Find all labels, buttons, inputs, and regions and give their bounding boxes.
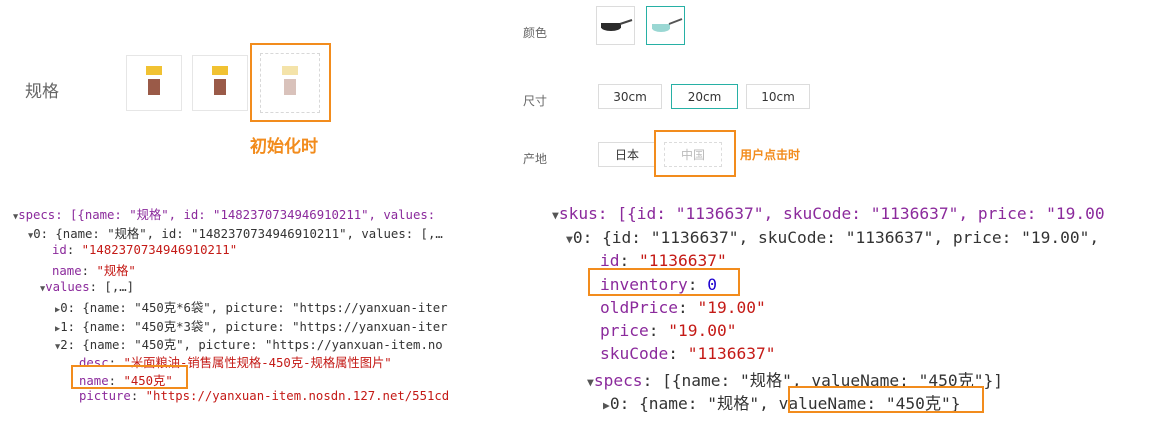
size-option-20cm[interactable]: 20cm <box>671 84 738 109</box>
tree-row: name: "规格" <box>52 264 136 278</box>
click-caption: 用户点击时 <box>740 148 801 162</box>
tree-text: 1: {name: "450克*3袋", picture: "https://y… <box>60 320 448 334</box>
rice-pack-image <box>146 66 162 100</box>
highlight-box <box>788 386 984 413</box>
tree-key: name <box>52 264 82 278</box>
tree-row: skuCode: "1136637" <box>600 344 776 363</box>
tree-text: 0: {name: "450克*6袋", picture: "https://y… <box>60 301 448 315</box>
spec-label: 规格 <box>25 82 59 102</box>
tree-row[interactable]: ▼0: {name: "规格", id: "148237073494691021… <box>28 224 443 242</box>
rice-pack-image <box>212 66 228 100</box>
tree-text: skus: [{id: "1136637", skuCode: "1136637… <box>558 204 1105 223</box>
origin-option-japan[interactable]: 日本 <box>598 142 656 167</box>
pan-icon <box>601 19 633 31</box>
tree-key: id <box>52 243 67 257</box>
pan-icon <box>652 18 683 32</box>
tree-text: 0: {name: "规格", id: "1482370734946910211… <box>33 227 443 241</box>
tree-key: price <box>600 321 649 340</box>
tree-text: 0: {name: "规格", <box>609 394 779 413</box>
tree-row: oldPrice: "19.00" <box>600 298 766 317</box>
tree-row[interactable]: ▼2: {name: "450克", picture: "https://yan… <box>55 335 443 353</box>
highlight-box <box>71 365 188 389</box>
tree-value: "1136637" <box>687 344 776 363</box>
size-option-10cm[interactable]: 10cm <box>746 84 810 109</box>
tree-row[interactable]: ▼specs: [{name: "规格", id: "1482370734946… <box>13 205 443 223</box>
init-caption: 初始化时 <box>250 137 318 157</box>
origin-label: 产地 <box>523 152 548 166</box>
tree-row[interactable]: ▼values: [,…] <box>40 280 134 294</box>
tree-value: "19.00" <box>668 321 737 340</box>
size-label: 尺寸 <box>523 94 548 108</box>
tree-row[interactable]: ▼skus: [{id: "1136637", skuCode: "113663… <box>552 204 1105 223</box>
tree-text: 0: {id: "1136637", skuCode: "1136637", p… <box>572 228 1100 247</box>
color-option-mint-pan[interactable] <box>646 6 685 45</box>
tree-text: specs: [{name: "规格", id: "14823707349469… <box>18 208 443 222</box>
tree-key: oldPrice <box>600 298 678 317</box>
color-option-black-pan[interactable] <box>596 6 635 45</box>
tree-row[interactable]: ▶1: {name: "450克*3袋", picture: "https://… <box>55 317 448 335</box>
tree-key: picture <box>79 389 131 403</box>
color-label: 颜色 <box>523 26 548 40</box>
tree-key: skuCode <box>600 344 669 363</box>
spec-thumb-450g-3[interactable] <box>192 55 248 111</box>
tree-text: 2: {name: "450克", picture: "https://yanx… <box>60 338 443 352</box>
tree-key: values <box>45 280 90 294</box>
spec-thumb-450g-disabled[interactable] <box>260 53 320 113</box>
tree-row[interactable]: ▼0: {id: "1136637", skuCode: "1136637", … <box>566 228 1099 247</box>
tree-value: "1482370734946910211" <box>81 243 238 257</box>
tree-value: "https://yanxuan-item.nosdn.127.net/551c… <box>145 389 450 403</box>
rice-pack-image <box>282 66 298 100</box>
size-option-30cm[interactable]: 30cm <box>598 84 662 109</box>
tree-row[interactable]: ▶0: {name: "450克*6袋", picture: "https://… <box>55 298 448 316</box>
tree-row: price: "19.00" <box>600 321 737 340</box>
tree-value: "规格" <box>96 264 136 278</box>
highlight-box <box>588 268 740 296</box>
origin-option-china[interactable]: 中国 <box>664 142 722 167</box>
tree-row: picture: "https://yanxuan-item.nosdn.127… <box>79 389 450 403</box>
tree-row: id: "1482370734946910211" <box>52 243 238 257</box>
tree-value: "19.00" <box>697 298 766 317</box>
tree-key: specs <box>593 371 643 390</box>
spec-thumb-450g-6[interactable] <box>126 55 182 111</box>
tree-value: [,…] <box>104 280 135 294</box>
specs-console: ▼specs: [{name: "规格", id: "1482370734946… <box>0 0 1155 403</box>
